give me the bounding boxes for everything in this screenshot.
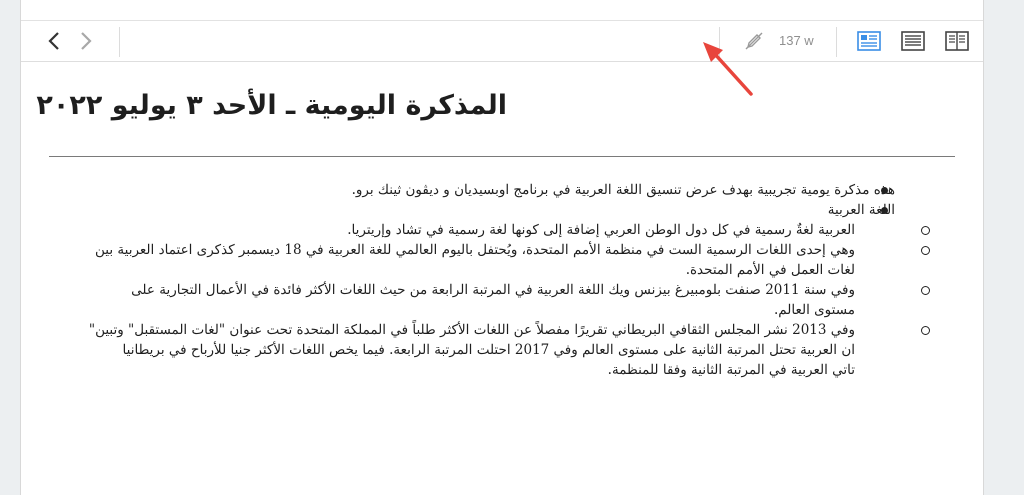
pen-slash-icon[interactable] bbox=[743, 30, 765, 52]
list-item-text: وفي سنة 2011 صنفت بلومبيرغ بيزنس ويك الل… bbox=[131, 282, 855, 298]
list-item-text: وفي 2013 نشر المجلس الثقافي البريطاني تق… bbox=[88, 322, 855, 338]
list-item-text: ان العربية تحتل المرتبة الثانية على مستو… bbox=[122, 342, 855, 358]
bullet-icon bbox=[881, 187, 888, 194]
forward-button[interactable] bbox=[73, 27, 99, 55]
circle-bullet-icon bbox=[921, 246, 930, 255]
source-view-icon bbox=[901, 31, 925, 51]
word-count: 137 w bbox=[779, 33, 814, 48]
list-item-text: مستوى العالم. bbox=[773, 302, 855, 318]
list-item: اللغة العربية bbox=[49, 200, 955, 220]
list-item-text: لغات العمل في الأمم المتحدة. bbox=[685, 262, 855, 278]
list-item: وهي إحدى اللغات الرسمية الست في منظمة ال… bbox=[49, 240, 955, 280]
title-strip bbox=[21, 0, 983, 21]
list-item: هذه مذكرة يومية تجريبية بهدف عرض تنسيق ا… bbox=[49, 180, 955, 200]
reading-view-button[interactable] bbox=[856, 29, 882, 53]
list-item: وفي 2013 نشر المجلس الثقافي البريطاني تق… bbox=[49, 320, 955, 380]
toolbar-separator bbox=[836, 27, 837, 57]
list-item: وفي سنة 2011 صنفت بلومبيرغ بيزنس ويك الل… bbox=[49, 280, 955, 320]
list-item-text: وهي إحدى اللغات الرسمية الست في منظمة ال… bbox=[94, 242, 855, 258]
split-view-icon bbox=[945, 31, 969, 51]
circle-bullet-icon bbox=[921, 226, 930, 235]
back-button[interactable] bbox=[41, 27, 67, 55]
toolbar: 137 w bbox=[21, 21, 983, 62]
chevron-left-icon bbox=[48, 32, 59, 50]
circle-bullet-icon bbox=[921, 286, 930, 295]
horizontal-rule bbox=[49, 156, 955, 157]
list-item-text: تاتي العربية في المرتبة الثانية وفقا للم… bbox=[607, 362, 855, 378]
list-item-text: هذه مذكرة يومية تجريبية بهدف عرض تنسيق ا… bbox=[351, 182, 895, 198]
list-item-text: العربية لغةٌ رسمية في كل دول الوطن العرب… bbox=[347, 222, 855, 238]
circle-bullet-icon bbox=[921, 326, 930, 335]
page-title: المذكرة اليومية ـ الأحد ٣ يوليو ٢٠٢٢ bbox=[36, 90, 507, 121]
split-view-button[interactable] bbox=[944, 29, 970, 53]
editor-window: 137 w المذكرة اليومية ـ الأحد ٣ يوليو ٢٠… bbox=[20, 0, 984, 495]
list-item-text: اللغة العربية bbox=[827, 202, 895, 218]
toolbar-separator bbox=[719, 27, 720, 57]
chevron-right-icon bbox=[81, 32, 92, 50]
bullet-list: هذه مذكرة يومية تجريبية بهدف عرض تنسيق ا… bbox=[49, 180, 955, 380]
list-item: العربية لغةٌ رسمية في كل دول الوطن العرب… bbox=[49, 220, 955, 240]
reading-view-icon bbox=[857, 31, 881, 51]
bullet-icon bbox=[881, 207, 888, 214]
source-view-button[interactable] bbox=[900, 29, 926, 53]
document-content: المذكرة اليومية ـ الأحد ٣ يوليو ٢٠٢٢ هذه… bbox=[36, 62, 955, 495]
toolbar-separator bbox=[119, 27, 120, 57]
